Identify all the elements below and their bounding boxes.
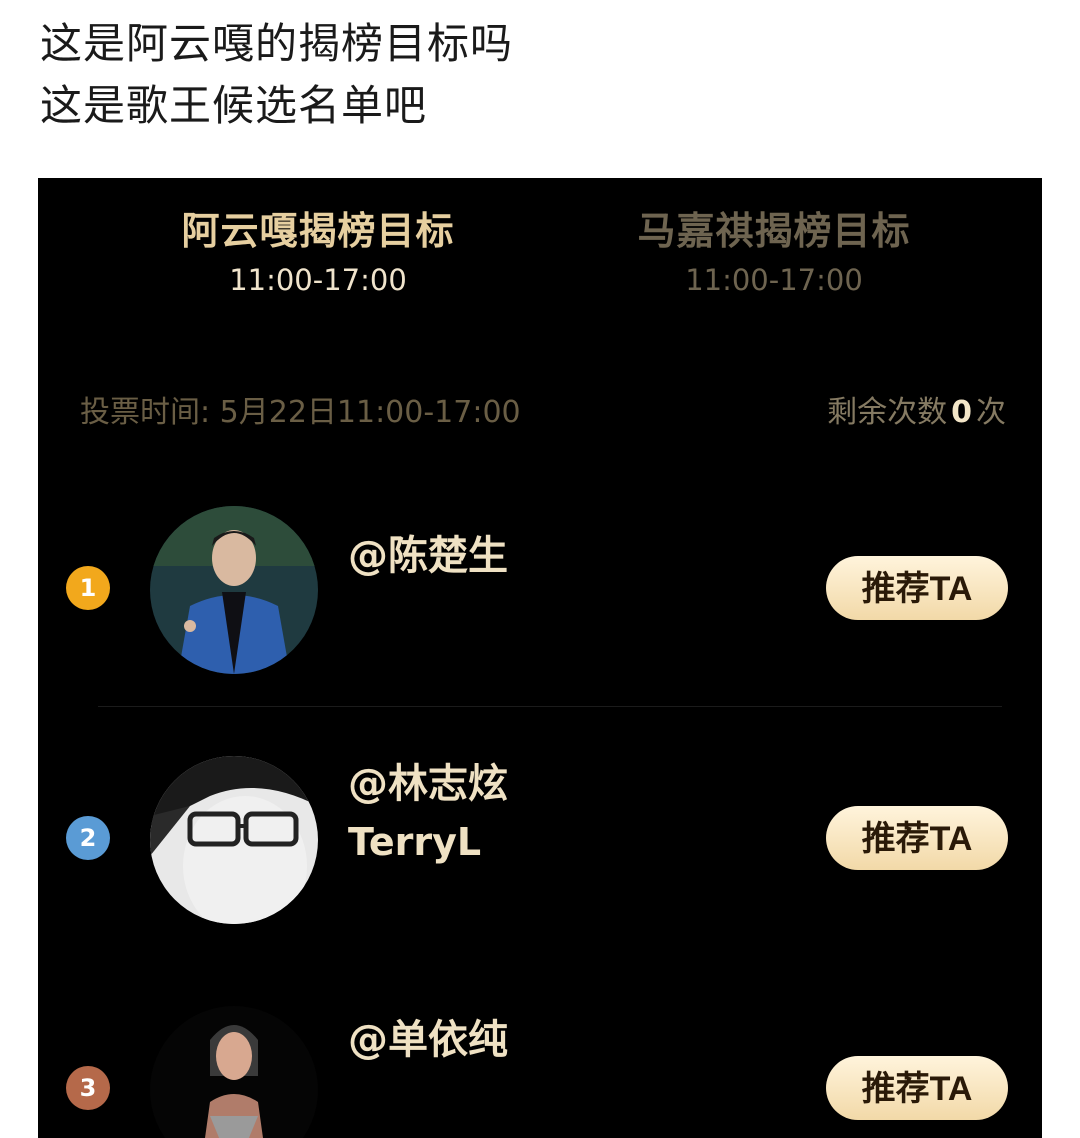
tab-ayunga-target[interactable]: 阿云嘎揭榜目标 11:00-17:00 <box>108 208 528 298</box>
divider <box>98 706 1002 707</box>
tab-title: 马嘉祺揭榜目标 <box>637 209 911 253</box>
remaining-count: 0 <box>951 395 972 430</box>
post-caption-line-1: 这是阿云嘎的揭榜目标吗 <box>40 19 514 68</box>
candidate-row: 2 @林志炫 TerryL 推荐TA <box>38 738 1042 938</box>
remaining-suffix: 次 <box>976 395 1006 430</box>
post-caption-line-2: 这是歌王候选名单吧 <box>40 81 428 130</box>
candidate-row: 3 @单依纯 推荐TA <box>38 988 1042 1138</box>
avatar <box>150 506 318 674</box>
remaining-prefix: 剩余次数 <box>827 395 948 430</box>
candidate-name: @林志炫 <box>348 761 508 807</box>
tab-majiaqi-target[interactable]: 马嘉祺揭榜目标 11:00-17:00 <box>564 208 984 298</box>
candidate-name: @单依纯 <box>348 1017 508 1063</box>
candidate-name: @陈楚生 <box>348 533 508 579</box>
candidate-row: 1 @陈楚生 推荐TA <box>38 488 1042 688</box>
rank-badge: 3 <box>66 1066 110 1110</box>
recommend-button[interactable]: 推荐TA <box>826 556 1008 620</box>
tab-time: 11:00-17:00 <box>229 263 407 297</box>
candidate-subname: TerryL <box>348 820 482 864</box>
avatar <box>150 756 318 924</box>
avatar <box>150 1006 318 1138</box>
tab-title: 阿云嘎揭榜目标 <box>181 209 455 253</box>
rank-badge: 2 <box>66 816 110 860</box>
voting-panel: 阿云嘎揭榜目标 11:00-17:00 马嘉祺揭榜目标 11:00-17:00 … <box>38 178 1042 1138</box>
recommend-button[interactable]: 推荐TA <box>826 1056 1008 1120</box>
tab-time: 11:00-17:00 <box>685 263 863 297</box>
vote-time-label: 投票时间: 5月22日11:00-17:00 <box>80 395 521 430</box>
remaining-votes: 剩余次数 0 次 <box>827 393 1006 433</box>
recommend-button[interactable]: 推荐TA <box>826 806 1008 870</box>
rank-badge: 1 <box>66 566 110 610</box>
